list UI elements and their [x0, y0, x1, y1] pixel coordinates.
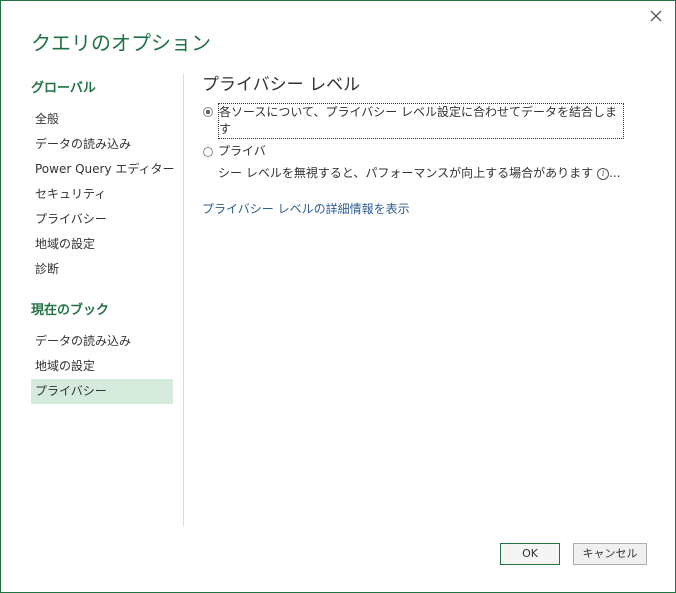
sidebar-item-workbook-data-load[interactable]: データの読み込み: [31, 329, 173, 354]
radio-option-2-description: シー レベルを無視すると、パフォーマンスが向上する場合があります i...: [218, 165, 642, 182]
sidebar-item-workbook-privacy[interactable]: プライバシー: [31, 379, 173, 404]
sidebar-divider: [183, 73, 184, 527]
radio-option-2-label: プライバ: [218, 144, 266, 158]
radio-button-checked[interactable]: [203, 107, 213, 117]
dialog-title: クエリのオプション: [31, 31, 211, 55]
global-heading: グローバル: [31, 81, 96, 96]
radio-option-combine-by-privacy[interactable]: 各ソースについて、プライバシー レベル設定に合わせてデータを結合します: [202, 103, 642, 139]
sidebar-item-privacy[interactable]: プライバシー: [31, 207, 173, 232]
radio-button-unchecked[interactable]: [203, 147, 213, 157]
radio-option-2-description-text: シー レベルを無視すると、パフォーマンスが向上する場合があります: [218, 166, 594, 180]
sidebar-item-general[interactable]: 全般: [31, 107, 173, 132]
sidebar-item-data-load[interactable]: データの読み込み: [31, 132, 173, 157]
privacy-content: プライバシー レベル 各ソースについて、プライバシー レベル設定に合わせてデータ…: [202, 73, 642, 217]
info-icon[interactable]: i: [597, 167, 610, 180]
query-options-dialog: クエリのオプション グローバル 全般 データの読み込み Power Query …: [0, 0, 676, 593]
ok-button[interactable]: OK: [500, 543, 560, 565]
truncation-ellipsis: ...: [609, 166, 621, 180]
content-title: プライバシー レベル: [202, 75, 361, 95]
sidebar-item-diagnostics[interactable]: 診断: [31, 257, 173, 282]
privacy-levels-info-link[interactable]: プライバシー レベルの詳細情報を表示: [202, 200, 642, 217]
sidebar: グローバル 全般 データの読み込み Power Query エディター セキュリ…: [31, 79, 175, 404]
close-button[interactable]: [645, 5, 667, 27]
radio-option-ignore-privacy[interactable]: プライバ シー レベルを無視すると、パフォーマンスが向上する場合があります i..…: [202, 143, 642, 182]
radio-option-1-label: 各ソースについて、プライバシー レベル設定に合わせてデータを結合します: [218, 103, 624, 139]
sidebar-item-regional-settings[interactable]: 地域の設定: [31, 232, 173, 257]
cancel-button[interactable]: キャンセル: [573, 543, 647, 565]
current-workbook-heading: 現在のブック: [31, 303, 110, 318]
sidebar-item-power-query-editor[interactable]: Power Query エディター: [31, 157, 175, 182]
sidebar-item-workbook-regional-settings[interactable]: 地域の設定: [31, 354, 173, 379]
close-icon: [650, 10, 662, 22]
sidebar-item-security[interactable]: セキュリティ: [31, 182, 173, 207]
